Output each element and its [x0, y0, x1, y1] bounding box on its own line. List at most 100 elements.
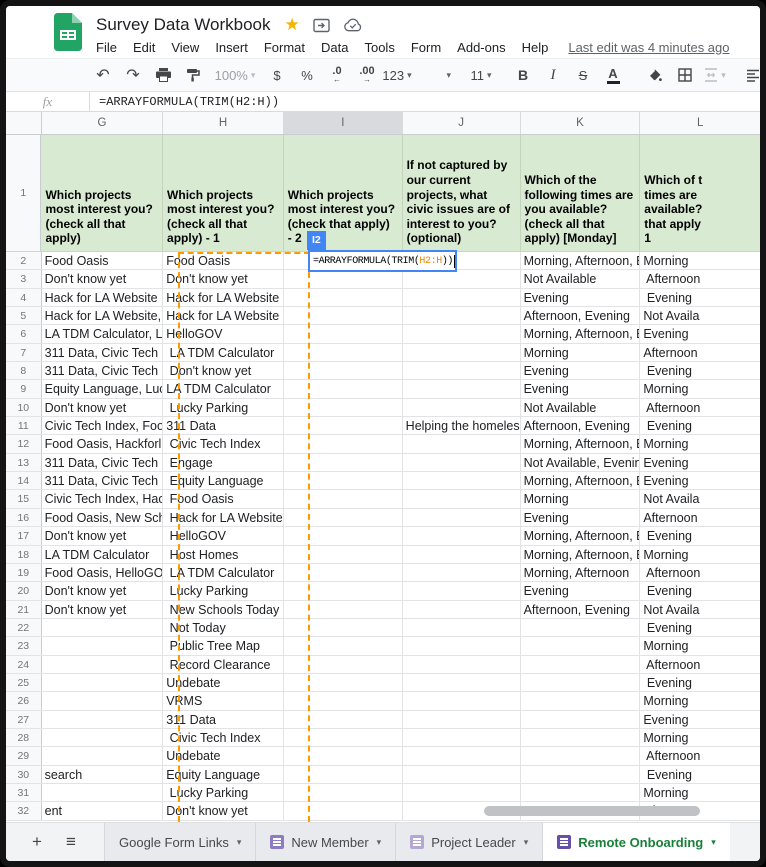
document-title[interactable]: Survey Data Workbook — [96, 15, 270, 35]
decrease-decimal-button[interactable]: .0← — [325, 63, 349, 87]
row-header-8[interactable]: 8 — [6, 362, 42, 379]
cell-J13[interactable] — [403, 454, 521, 471]
cell-I17[interactable] — [284, 527, 403, 544]
cell-K17[interactable]: Morning, Afternoon, Even — [521, 527, 641, 544]
menu-form[interactable]: Form — [403, 40, 449, 55]
cell-L5[interactable]: Not Availa — [640, 307, 760, 324]
cell-I7[interactable] — [284, 344, 403, 361]
cell-G18[interactable]: LA TDM Calculator — [42, 546, 164, 563]
cell-L11[interactable]: Evening — [640, 417, 760, 434]
cell-J25[interactable] — [403, 674, 521, 691]
move-to-folder-icon[interactable] — [313, 18, 330, 33]
row-header-22[interactable]: 22 — [6, 619, 42, 636]
menu-addons[interactable]: Add-ons — [449, 40, 513, 55]
row-header-18[interactable]: 18 — [6, 546, 42, 563]
cell-H26[interactable]: VRMS — [163, 692, 284, 709]
cell-J29[interactable] — [403, 747, 521, 764]
cell-K19[interactable]: Morning, Afternoon — [521, 564, 641, 581]
cell-H16[interactable]: Hack for LA Website — [163, 509, 284, 526]
cell-G22[interactable] — [42, 619, 164, 636]
cell-G13[interactable]: 311 Data, Civic Tech Inde — [42, 454, 164, 471]
cell-J22[interactable] — [403, 619, 521, 636]
cell-I30[interactable] — [284, 766, 403, 783]
row-header-4[interactable]: 4 — [6, 289, 42, 306]
cell-H28[interactable]: Civic Tech Index — [163, 729, 284, 746]
cell-L22[interactable]: Evening — [640, 619, 760, 636]
cell-H23[interactable]: Public Tree Map — [163, 637, 284, 654]
cell-J6[interactable] — [403, 325, 521, 342]
cell-L15[interactable]: Not Availa — [640, 490, 760, 507]
cell-K29[interactable] — [521, 747, 641, 764]
cell-H31[interactable]: Lucky Parking — [163, 784, 284, 801]
increase-decimal-button[interactable]: .00→ — [355, 63, 379, 87]
cell-L21[interactable]: Not Availa — [640, 601, 760, 618]
cell-I16[interactable] — [284, 509, 403, 526]
cell-L26[interactable]: Morning — [640, 692, 760, 709]
cell-I12[interactable] — [284, 435, 403, 452]
cell-J7[interactable] — [403, 344, 521, 361]
cell-editor-I2[interactable]: =ARRAYFORMULA(TRIM(H2:H)) — [308, 250, 457, 272]
cell-H29[interactable]: Undebate — [163, 747, 284, 764]
cell-K24[interactable] — [521, 656, 641, 673]
cell-J3[interactable] — [403, 270, 521, 287]
cell-K22[interactable] — [521, 619, 641, 636]
cell-H21[interactable]: New Schools Today — [163, 601, 284, 618]
row-header-24[interactable]: 24 — [6, 656, 42, 673]
cell-H24[interactable]: Record Clearance — [163, 656, 284, 673]
cell-L28[interactable]: Morning — [640, 729, 760, 746]
cell-K20[interactable]: Evening — [521, 582, 641, 599]
last-edit-link[interactable]: Last edit was 4 minutes ago — [568, 40, 729, 55]
cell-G11[interactable]: Civic Tech Index, Food Oa — [42, 417, 164, 434]
cell-G25[interactable] — [42, 674, 164, 691]
cell-J18[interactable] — [403, 546, 521, 563]
cell-K2[interactable]: Morning, Afternoon, Even — [521, 252, 641, 269]
cell-H14[interactable]: Equity Language — [163, 472, 284, 489]
tab-menu-arrow-icon[interactable]: ▾ — [711, 837, 716, 848]
cell-I20[interactable] — [284, 582, 403, 599]
cell-L1[interactable]: Which of t times are available? that app… — [640, 135, 760, 251]
cell-G30[interactable]: search — [42, 766, 164, 783]
column-header-H[interactable]: H — [163, 112, 284, 134]
cell-G2[interactable]: Food Oasis — [42, 252, 164, 269]
cell-J23[interactable] — [403, 637, 521, 654]
tab-menu-arrow-icon[interactable]: ▾ — [377, 837, 382, 848]
zoom-select[interactable]: 100% — [223, 63, 247, 87]
cell-I21[interactable] — [284, 601, 403, 618]
cell-K26[interactable] — [521, 692, 641, 709]
cell-L20[interactable]: Evening — [640, 582, 760, 599]
cell-L3[interactable]: Afternoon — [640, 270, 760, 287]
cell-I13[interactable] — [284, 454, 403, 471]
cell-I1[interactable]: Which projects most interest you? (check… — [284, 135, 403, 251]
row-header-13[interactable]: 13 — [6, 454, 42, 471]
paint-format-button[interactable] — [181, 63, 205, 87]
row-header-14[interactable]: 14 — [6, 472, 42, 489]
cell-L13[interactable]: Evening — [640, 454, 760, 471]
cell-H10[interactable]: Lucky Parking — [163, 399, 284, 416]
row-header-11[interactable]: 11 — [6, 417, 42, 434]
cell-J5[interactable] — [403, 307, 521, 324]
cell-H19[interactable]: LA TDM Calculator — [163, 564, 284, 581]
cell-G29[interactable] — [42, 747, 164, 764]
cell-L9[interactable]: Morning — [640, 380, 760, 397]
cell-K15[interactable]: Morning — [521, 490, 641, 507]
sheet-tab-google-form-links[interactable]: Google Form Links ▾ — [104, 823, 256, 861]
cell-G10[interactable]: Don't know yet — [42, 399, 164, 416]
row-header-29[interactable]: 29 — [6, 747, 42, 764]
add-sheet-button[interactable]: + — [20, 823, 54, 861]
cloud-saved-icon[interactable] — [343, 18, 363, 32]
cell-L19[interactable]: Afternoon — [640, 564, 760, 581]
row-header-23[interactable]: 23 — [6, 637, 42, 654]
cell-H11[interactable]: 311 Data — [163, 417, 284, 434]
row-header-10[interactable]: 10 — [6, 399, 42, 416]
sheet-tab-remote-onboarding[interactable]: Remote Onboarding ▾ — [543, 823, 729, 861]
cell-L18[interactable]: Morning — [640, 546, 760, 563]
cell-G17[interactable]: Don't know yet — [42, 527, 164, 544]
cell-H30[interactable]: Equity Language — [163, 766, 284, 783]
cell-H20[interactable]: Lucky Parking — [163, 582, 284, 599]
cell-L2[interactable]: Morning — [640, 252, 760, 269]
cell-I8[interactable] — [284, 362, 403, 379]
star-icon[interactable]: ★ — [284, 15, 299, 35]
format-currency-button[interactable]: $ — [265, 63, 289, 87]
cell-G8[interactable]: 311 Data, Civic Tech Inde — [42, 362, 164, 379]
menu-data[interactable]: Data — [313, 40, 356, 55]
